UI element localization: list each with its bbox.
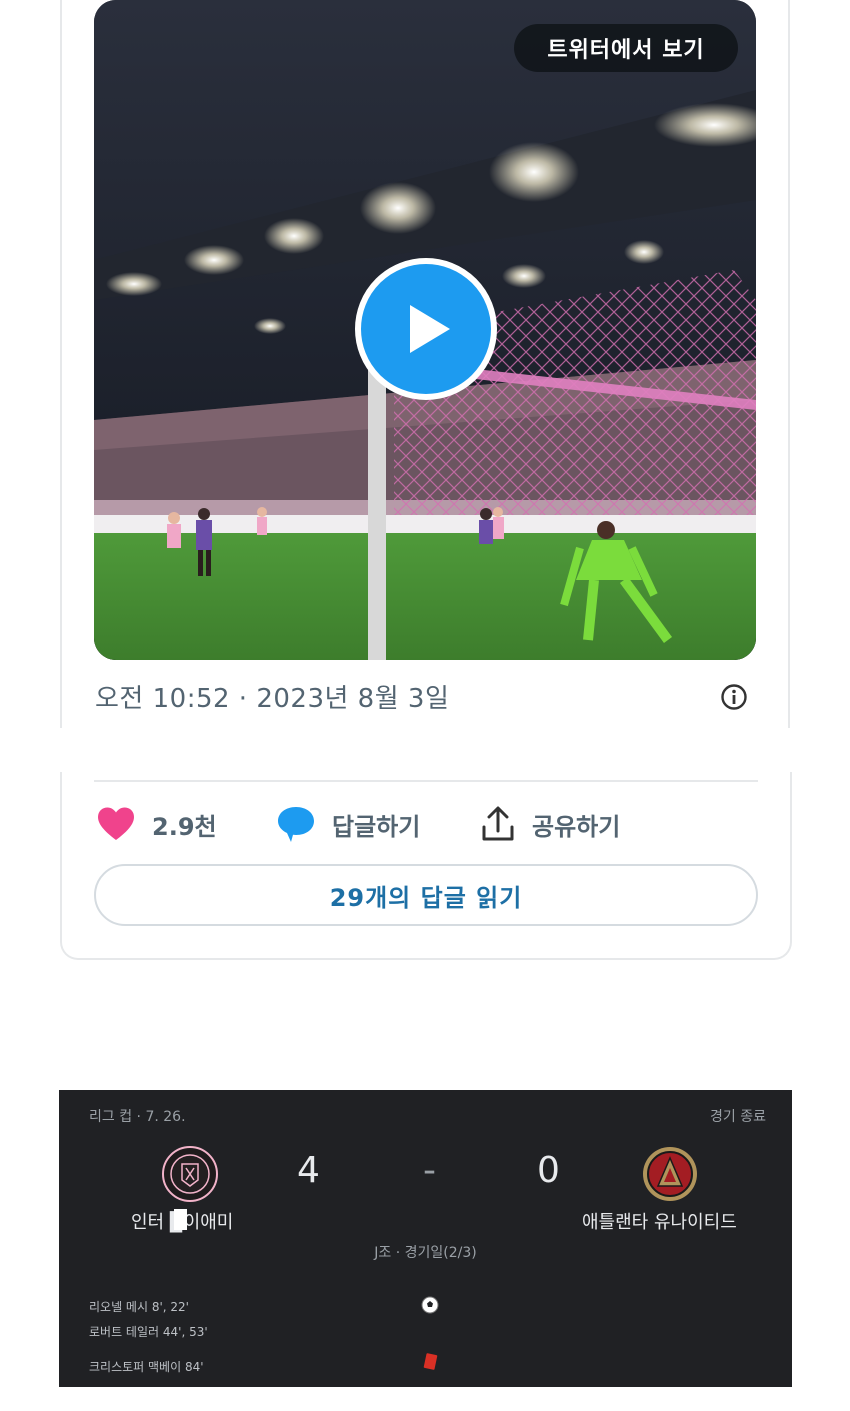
- atlanta-united-crest[interactable]: [642, 1146, 698, 1202]
- divider: [94, 780, 758, 782]
- home-score: 4: [297, 1150, 320, 1191]
- view-on-twitter-button[interactable]: 트위터에서 보기: [514, 24, 738, 72]
- group-round: J조 · 경기일(2/3): [374, 1245, 477, 1261]
- league-date: 리그 컵 · 7. 26.: [89, 1109, 186, 1125]
- reply-label: 답글하기: [332, 812, 421, 841]
- like-button[interactable]: 2.9천: [96, 800, 217, 848]
- goal-scorer: 로버트 테일러 44', 53': [89, 1325, 208, 1339]
- inter-miami-crest[interactable]: [162, 1146, 218, 1202]
- speech-bubble-icon: [278, 807, 314, 842]
- red-card-player: 크리스토퍼 맥베이 84': [89, 1360, 204, 1374]
- reply-button[interactable]: 답글하기: [276, 800, 420, 848]
- share-button[interactable]: 공유하기: [480, 800, 620, 848]
- share-label: 공유하기: [532, 812, 621, 841]
- redaction-box: [174, 1209, 187, 1230]
- read-replies-button[interactable]: 29개의 답글 읽기: [94, 864, 758, 926]
- away-team-name[interactable]: 애틀랜타 유나이티드: [582, 1208, 737, 1234]
- score-separator: -: [423, 1150, 436, 1191]
- tweet-actions: 2.9천 답글하기 공유하기: [96, 800, 756, 848]
- match-status: 경기 종료: [710, 1109, 766, 1125]
- tweet-timestamp[interactable]: 오전 10:52 · 2023년 8월 3일: [95, 678, 449, 715]
- away-score: 0: [537, 1150, 560, 1191]
- info-icon[interactable]: [720, 683, 748, 711]
- heart-icon: [98, 807, 134, 840]
- share-upload-icon: [482, 806, 514, 841]
- red-card-icon: [423, 1353, 438, 1370]
- soccer-ball-icon: [421, 1296, 439, 1314]
- like-count: 2.9천: [152, 812, 217, 841]
- goal-scorer: 리오넬 메시 8', 22': [89, 1300, 189, 1314]
- play-icon: [410, 305, 450, 353]
- match-result-card: 리그 컵 · 7. 26. 경기 종료 4 - 0 인터 ▉이애미 애틀랜타 유…: [59, 1090, 792, 1387]
- play-button[interactable]: [355, 258, 497, 400]
